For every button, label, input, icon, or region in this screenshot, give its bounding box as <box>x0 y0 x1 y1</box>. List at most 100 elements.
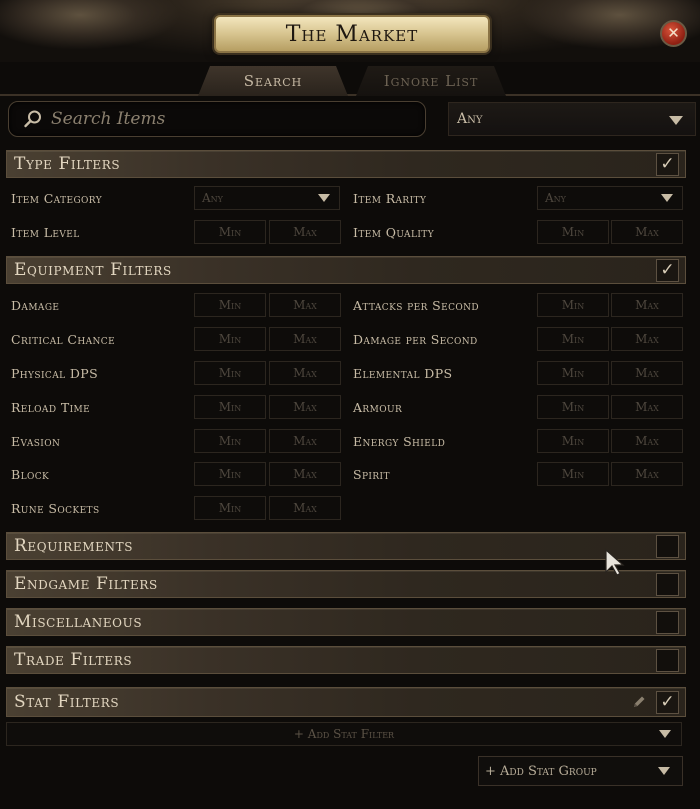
section-type-filters[interactable]: Type Filters ✓ <box>6 150 686 178</box>
section-label: Equipment Filters <box>14 260 172 280</box>
tab-underline <box>0 94 700 96</box>
filter-label-item-quality: Item Quality <box>353 224 435 240</box>
filter-label-spirit: Spirit <box>353 466 390 482</box>
attacks-per-second-max-input[interactable]: Max <box>611 293 683 317</box>
market-header: The Market ✕ <box>0 0 700 62</box>
filter-label-critical-chance: Critical Chance <box>11 331 116 347</box>
rune-sockets-max-input[interactable]: Max <box>269 496 341 520</box>
item-category-select[interactable]: Any <box>194 186 340 210</box>
filter-label-damage: Damage <box>11 297 60 313</box>
section-stat-filters[interactable]: Stat Filters ✓ <box>6 687 686 717</box>
category-select[interactable]: Any <box>448 102 696 136</box>
critical-chance-min-input[interactable]: Min <box>194 327 266 351</box>
filter-label-attacks-per-second: Attacks per Second <box>353 297 480 313</box>
section-label: Requirements <box>14 536 134 556</box>
search-placeholder: Search Items <box>51 109 166 129</box>
section-label: Type Filters <box>14 154 121 174</box>
physical-dps-max-input[interactable]: Max <box>269 361 341 385</box>
chevron-down-icon <box>658 767 670 775</box>
add-stat-group-label: + Add Stat Group <box>485 763 597 779</box>
filter-label-energy-shield: Energy Shield <box>353 433 446 449</box>
requirements-checkbox[interactable] <box>656 535 679 558</box>
damage-max-input[interactable]: Max <box>269 293 341 317</box>
category-select-value: Any <box>457 111 483 127</box>
reload-time-max-input[interactable]: Max <box>269 395 341 419</box>
check-icon: ✓ <box>660 692 675 712</box>
tab-search[interactable]: Search <box>198 66 348 96</box>
miscellaneous-checkbox[interactable] <box>656 611 679 634</box>
chevron-down-icon <box>669 116 683 125</box>
chevron-down-icon <box>318 194 330 202</box>
equipment-filters-checkbox[interactable]: ✓ <box>656 259 679 282</box>
filter-label-item-rarity: Item Rarity <box>353 190 427 206</box>
elemental-dps-max-input[interactable]: Max <box>611 361 683 385</box>
filter-label-item-category: Item Category <box>11 190 103 206</box>
filter-label-reload-time: Reload Time <box>11 399 91 415</box>
mouse-cursor-icon <box>605 548 625 576</box>
chevron-down-icon <box>661 194 673 202</box>
filter-label-evasion: Evasion <box>11 433 61 449</box>
trade-filters-checkbox[interactable] <box>656 649 679 672</box>
section-miscellaneous[interactable]: Miscellaneous <box>6 608 686 636</box>
close-button[interactable]: ✕ <box>660 20 687 47</box>
tab-bar: Search Ignore List <box>0 62 700 96</box>
search-input[interactable]: Search Items <box>8 101 426 137</box>
check-icon: ✓ <box>660 154 675 174</box>
spirit-max-input[interactable]: Max <box>611 462 683 486</box>
reload-time-min-input[interactable]: Min <box>194 395 266 419</box>
filter-label-rune-sockets: Rune Sockets <box>11 500 100 516</box>
close-icon: ✕ <box>667 24 680 42</box>
filter-label-elemental-dps: Elemental DPS <box>353 365 453 381</box>
section-endgame-filters[interactable]: Endgame Filters <box>6 570 686 598</box>
add-stat-filter-select[interactable]: + Add Stat Filter <box>6 722 682 746</box>
add-stat-filter-label: + Add Stat Filter <box>293 727 395 741</box>
energy-shield-max-input[interactable]: Max <box>611 429 683 453</box>
add-stat-group-button[interactable]: + Add Stat Group <box>478 756 683 786</box>
check-icon: ✓ <box>660 260 675 280</box>
elemental-dps-min-input[interactable]: Min <box>537 361 609 385</box>
endgame-filters-checkbox[interactable] <box>656 573 679 596</box>
rune-sockets-min-input[interactable]: Min <box>194 496 266 520</box>
evasion-min-input[interactable]: Min <box>194 429 266 453</box>
section-requirements[interactable]: Requirements <box>6 532 686 560</box>
evasion-max-input[interactable]: Max <box>269 429 341 453</box>
block-min-input[interactable]: Min <box>194 462 266 486</box>
section-trade-filters[interactable]: Trade Filters <box>6 646 686 674</box>
chevron-down-icon <box>659 730 671 738</box>
item-level-min-input[interactable]: Min <box>194 220 266 244</box>
section-equipment-filters[interactable]: Equipment Filters ✓ <box>6 256 686 284</box>
spirit-min-input[interactable]: Min <box>537 462 609 486</box>
damage-per-second-min-input[interactable]: Min <box>537 327 609 351</box>
item-rarity-value: Any <box>545 191 566 205</box>
critical-chance-max-input[interactable]: Max <box>269 327 341 351</box>
attacks-per-second-min-input[interactable]: Min <box>537 293 609 317</box>
item-level-max-input[interactable]: Max <box>269 220 341 244</box>
window-title: The Market <box>285 21 419 47</box>
section-label: Stat Filters <box>14 692 120 712</box>
energy-shield-min-input[interactable]: Min <box>537 429 609 453</box>
item-quality-max-input[interactable]: Max <box>611 220 683 244</box>
item-category-value: Any <box>202 191 223 205</box>
armour-min-input[interactable]: Min <box>537 395 609 419</box>
filter-label-physical-dps: Physical DPS <box>11 365 99 381</box>
section-label: Miscellaneous <box>14 612 143 632</box>
search-icon <box>23 109 43 129</box>
type-filters-checkbox[interactable]: ✓ <box>656 153 679 176</box>
filter-label-armour: Armour <box>353 399 403 415</box>
armour-max-input[interactable]: Max <box>611 395 683 419</box>
filter-label-item-level: Item Level <box>11 224 80 240</box>
physical-dps-min-input[interactable]: Min <box>194 361 266 385</box>
section-label: Trade Filters <box>14 650 133 670</box>
tab-ignore-list[interactable]: Ignore List <box>356 66 506 96</box>
pencil-icon[interactable] <box>631 694 647 710</box>
header-ornament-left <box>0 0 180 50</box>
damage-per-second-max-input[interactable]: Max <box>611 327 683 351</box>
block-max-input[interactable]: Max <box>269 462 341 486</box>
filter-label-damage-per-second: Damage per Second <box>353 331 478 347</box>
section-label: Endgame Filters <box>14 574 158 594</box>
item-quality-min-input[interactable]: Min <box>537 220 609 244</box>
filter-label-block: Block <box>11 466 50 482</box>
item-rarity-select[interactable]: Any <box>537 186 683 210</box>
damage-min-input[interactable]: Min <box>194 293 266 317</box>
stat-filters-checkbox[interactable]: ✓ <box>656 691 679 714</box>
